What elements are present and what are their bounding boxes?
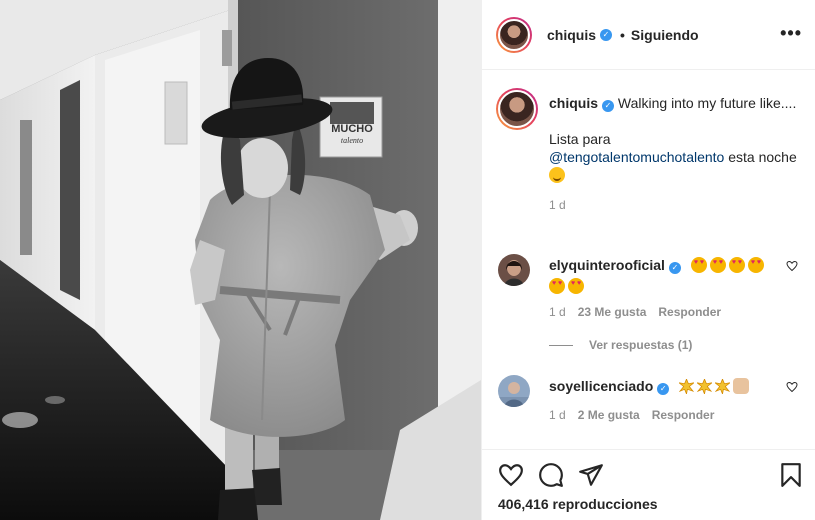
comment-like-heart-icon[interactable]	[786, 381, 798, 393]
comment-likes[interactable]: 23 Me gusta	[578, 305, 647, 319]
caption-username[interactable]: chiquis	[549, 95, 598, 111]
verified-badge-icon: ✓	[602, 100, 615, 112]
comment-timestamp: 1 d	[549, 305, 566, 319]
door-sign-line1: MUCHO	[331, 123, 373, 135]
instagram-post-window: MUCHO talento chiquis ✓ • Siguiendo ••• …	[0, 0, 815, 520]
comment-like-heart-icon[interactable]	[786, 260, 798, 272]
comment-meta: 1 d 23 Me gusta Responder	[549, 305, 721, 319]
collision-emoji-icon	[697, 379, 713, 394]
caption-avatar[interactable]	[496, 88, 538, 130]
following-button[interactable]: Siguiendo	[631, 27, 699, 43]
caption-text-line1: Walking into my future like....	[617, 95, 797, 111]
caption-text-line3: @tengotalentomuchotalento esta noche	[549, 148, 799, 184]
comment-likes[interactable]: 2 Me gusta	[578, 408, 640, 422]
post-details-panel: chiquis ✓ • Siguiendo ••• chiquis ✓ Walki…	[481, 0, 815, 520]
caption-text-suffix: esta noche	[728, 149, 797, 165]
view-count[interactable]: 406,416 reproducciones	[498, 496, 658, 512]
caption-body: chiquis ✓ Walking into my future like....…	[549, 94, 799, 214]
verified-badge-icon: ✓	[668, 262, 681, 274]
comment-meta: 1 d 2 Me gusta Responder	[549, 408, 714, 422]
smiling-face-emoji-icon	[549, 167, 565, 183]
caption-mention-link[interactable]: @tengotalentomuchotalento	[549, 149, 724, 165]
reply-button[interactable]: Responder	[652, 408, 715, 422]
comment-username[interactable]: elyquinterooficial	[549, 257, 665, 273]
heart-eyes-emoji-icon	[728, 257, 745, 273]
heart-eyes-emoji-icon	[709, 257, 726, 273]
replies-divider	[549, 344, 573, 346]
collision-emoji-icon	[679, 379, 695, 394]
collision-emoji-icon	[715, 379, 731, 394]
post-video[interactable]: MUCHO talento	[0, 0, 481, 520]
heart-eyes-emoji-icon	[549, 278, 565, 294]
reply-button[interactable]: Responder	[658, 305, 721, 319]
header-separator: •	[620, 26, 625, 43]
heart-eyes-emoji-icon	[690, 257, 707, 273]
caption-timestamp: 1 d	[549, 198, 566, 212]
heart-icon[interactable]	[498, 462, 524, 488]
verified-badge-icon: ✓	[657, 383, 670, 395]
post-actions-bar: 406,416 reproducciones	[482, 449, 815, 520]
raising-hands-emoji-icon	[733, 378, 750, 394]
view-replies-label[interactable]: Ver respuestas (1)	[589, 338, 692, 352]
ellipsis-icon[interactable]: •••	[780, 24, 802, 42]
comment-icon[interactable]	[538, 462, 564, 488]
post-header: chiquis ✓ • Siguiendo •••	[482, 0, 815, 70]
share-icon[interactable]	[578, 462, 604, 488]
bookmark-icon[interactable]	[778, 462, 804, 488]
caption-text-line2: Lista para	[549, 131, 611, 147]
comments-section[interactable]: chiquis ✓ Walking into my future like....…	[482, 71, 815, 449]
author-avatar[interactable]	[496, 16, 532, 53]
author-username[interactable]: chiquis	[547, 27, 596, 43]
door-sign-line2: talento	[341, 136, 363, 145]
commenter-avatar[interactable]	[498, 254, 530, 286]
heart-eyes-emoji-icon	[747, 257, 764, 273]
comment-body: soyellicenciado ✓	[549, 376, 774, 397]
heart-eyes-emoji-icon	[568, 278, 584, 294]
view-replies-button[interactable]: Ver respuestas (1)	[549, 338, 692, 352]
comment-timestamp: 1 d	[549, 408, 566, 422]
video-frame: MUCHO talento	[0, 0, 481, 520]
commenter-avatar[interactable]	[498, 375, 530, 407]
comment-body: elyquinterooficial ✓	[549, 255, 774, 297]
comment-username[interactable]: soyellicenciado	[549, 378, 653, 394]
verified-badge-icon: ✓	[600, 28, 613, 41]
